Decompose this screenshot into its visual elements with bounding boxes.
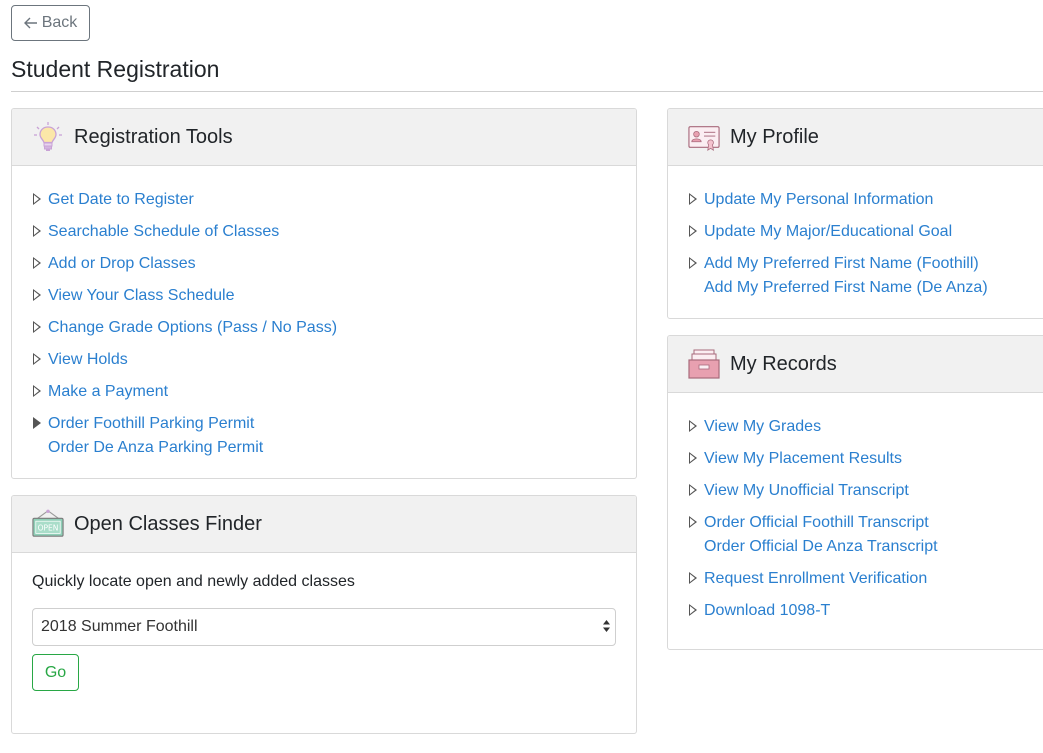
my-records-title: My Records	[730, 352, 837, 375]
view-unofficial-transcript-link[interactable]: View My Unofficial Transcript	[704, 479, 1026, 503]
caret-right-icon	[33, 257, 41, 269]
list-item: View Holds	[32, 348, 616, 372]
id-card-icon	[688, 121, 720, 153]
add-drop-classes-link[interactable]: Add or Drop Classes	[48, 252, 616, 276]
searchable-schedule-link[interactable]: Searchable Schedule of Classes	[48, 220, 616, 244]
registration-tools-header: Registration Tools	[12, 109, 636, 166]
foothill-parking-permit-link[interactable]: Order Foothill Parking Permit	[48, 412, 616, 436]
open-sign-icon: OPEN	[32, 508, 64, 540]
select-caret-icon	[602, 619, 611, 633]
make-payment-link[interactable]: Make a Payment	[48, 380, 616, 404]
my-records-card: My Records View My Grades View My Placem…	[667, 335, 1043, 650]
update-personal-info-link[interactable]: Update My Personal Information	[704, 188, 1026, 212]
preferred-name-deanza-link[interactable]: Add My Preferred First Name (De Anza)	[704, 276, 1026, 300]
list-item: View Your Class Schedule	[32, 284, 616, 308]
my-profile-list: Update My Personal Information Update My…	[688, 188, 1026, 300]
preferred-name-foothill-link[interactable]: Add My Preferred First Name (Foothill)	[704, 252, 1026, 276]
caret-right-icon	[689, 193, 697, 205]
list-item: Order Foothill Parking Permit Order De An…	[32, 412, 616, 460]
svg-text:OPEN: OPEN	[38, 524, 59, 533]
list-item: Add My Preferred First Name (Foothill) Ad…	[688, 252, 1026, 300]
list-item: Update My Personal Information	[688, 188, 1026, 212]
view-holds-link[interactable]: View Holds	[48, 348, 616, 372]
term-select-value: 2018 Summer Foothill	[41, 618, 198, 635]
list-item: Add or Drop Classes	[32, 252, 616, 276]
registration-tools-title: Registration Tools	[74, 125, 233, 148]
page-title: Student Registration	[11, 56, 220, 82]
finder-description: Quickly locate open and newly added clas…	[32, 573, 355, 590]
view-placement-results-link[interactable]: View My Placement Results	[704, 447, 1026, 471]
view-class-schedule-link[interactable]: View Your Class Schedule	[48, 284, 616, 308]
list-item: View My Placement Results	[688, 447, 1026, 471]
my-records-list: View My Grades View My Placement Results…	[688, 415, 1026, 623]
list-item: Update My Major/Educational Goal	[688, 220, 1026, 244]
go-button[interactable]: Go	[32, 654, 79, 691]
open-classes-finder-title: Open Classes Finder	[74, 512, 262, 535]
caret-right-icon	[689, 516, 697, 528]
my-profile-title: My Profile	[730, 125, 819, 148]
deanza-parking-permit-link[interactable]: Order De Anza Parking Permit	[48, 436, 616, 460]
enrollment-verification-link[interactable]: Request Enrollment Verification	[704, 567, 1026, 591]
back-button[interactable]: Back	[11, 5, 90, 41]
list-item: View My Grades	[688, 415, 1026, 439]
get-date-to-register-link[interactable]: Get Date to Register	[48, 188, 616, 212]
back-label: Back	[41, 14, 78, 31]
caret-right-icon	[689, 257, 697, 269]
order-deanza-transcript-link[interactable]: Order Official De Anza Transcript	[704, 535, 1026, 559]
view-grades-link[interactable]: View My Grades	[704, 415, 1026, 439]
list-item: Get Date to Register	[32, 188, 616, 212]
my-profile-header: My Profile	[668, 109, 1043, 166]
term-select[interactable]: 2018 Summer Foothill	[32, 608, 616, 646]
open-classes-finder-header: OPEN Open Classes Finder	[12, 496, 636, 553]
list-item: Searchable Schedule of Classes	[32, 220, 616, 244]
my-records-header: My Records	[668, 336, 1043, 393]
caret-right-icon	[689, 420, 697, 432]
caret-right-icon	[33, 417, 41, 429]
caret-right-icon	[689, 225, 697, 237]
list-item: Download 1098-T	[688, 599, 1026, 623]
caret-right-icon	[33, 353, 41, 365]
arrow-left-icon	[23, 17, 38, 29]
my-profile-card: My Profile Update My Personal Informatio…	[667, 108, 1043, 319]
registration-tools-list: Get Date to Register Searchable Schedule…	[32, 188, 616, 460]
caret-right-icon	[689, 484, 697, 496]
title-divider	[11, 91, 1043, 92]
caret-right-icon	[33, 321, 41, 333]
download-1098t-link[interactable]: Download 1098-T	[704, 599, 1026, 623]
order-foothill-transcript-link[interactable]: Order Official Foothill Transcript	[704, 511, 1026, 535]
caret-right-icon	[33, 193, 41, 205]
caret-right-icon	[689, 604, 697, 616]
list-item: Request Enrollment Verification	[688, 567, 1026, 591]
list-item: Make a Payment	[32, 380, 616, 404]
registration-tools-card: Registration Tools Get Date to Register …	[11, 108, 637, 479]
list-item: Order Official Foothill Transcript Order …	[688, 511, 1026, 559]
caret-right-icon	[689, 452, 697, 464]
list-item: View My Unofficial Transcript	[688, 479, 1026, 503]
caret-right-icon	[33, 289, 41, 301]
change-grade-options-link[interactable]: Change Grade Options (Pass / No Pass)	[48, 316, 616, 340]
list-item: Change Grade Options (Pass / No Pass)	[32, 316, 616, 340]
caret-right-icon	[33, 385, 41, 397]
lightbulb-icon	[32, 121, 64, 153]
open-classes-finder-card: OPEN Open Classes Finder Quickly locate …	[11, 495, 637, 734]
update-major-goal-link[interactable]: Update My Major/Educational Goal	[704, 220, 1026, 244]
file-box-icon	[688, 348, 720, 380]
caret-right-icon	[33, 225, 41, 237]
caret-right-icon	[689, 572, 697, 584]
